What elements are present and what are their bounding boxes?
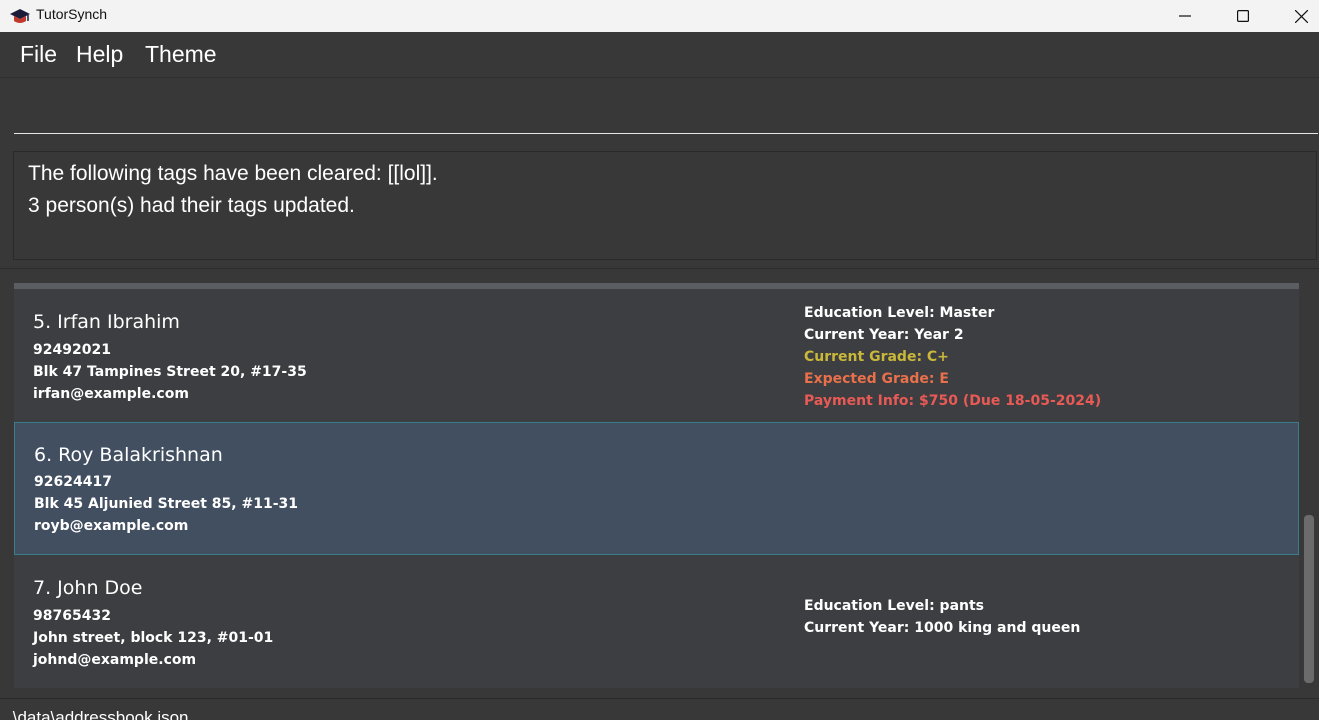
person-email: johnd@example.com	[33, 652, 197, 668]
command-box	[0, 77, 1319, 148]
person-email: royb@example.com	[34, 518, 189, 534]
close-button[interactable]	[1272, 0, 1319, 32]
close-icon	[1294, 9, 1308, 23]
current-year: Current Year: 1000 king and queen	[804, 620, 1081, 636]
data-file-path: .\data\addressbook.json	[8, 708, 189, 720]
result-message-line: The following tags have been cleared: [[…	[28, 162, 438, 185]
person-phone: 92492021	[33, 342, 111, 358]
scrollbar-thumb[interactable]	[1304, 515, 1314, 683]
education-level: Education Level: Master	[804, 305, 995, 321]
person-name: 5. Irfan Ibrahim	[33, 311, 180, 333]
person-name: 6. Roy Balakrishnan	[34, 444, 223, 466]
result-display: The following tags have been cleared: [[…	[13, 151, 1317, 260]
window-title: TutorSynch	[36, 6, 108, 22]
person-list[interactable]: 5. Irfan Ibrahim 92492021 Blk 47 Tampine…	[14, 283, 1299, 695]
current-grade: Current Grade: C+	[804, 349, 949, 365]
minimize-button[interactable]	[1156, 0, 1214, 32]
minimize-icon	[1179, 15, 1191, 17]
person-email: irfan@example.com	[33, 386, 189, 402]
person-card[interactable]: 5. Irfan Ibrahim 92492021 Blk 47 Tampine…	[14, 289, 1299, 422]
person-name: 7. John Doe	[33, 577, 143, 599]
menu-file[interactable]: File	[20, 41, 57, 68]
graduation-cap-icon	[10, 9, 30, 23]
person-phone: 98765432	[33, 608, 111, 624]
person-list-panel: 5. Irfan Ibrahim 92492021 Blk 47 Tampine…	[0, 268, 1319, 699]
expected-grade: Expected Grade: E	[804, 371, 949, 387]
maximize-button[interactable]	[1214, 0, 1272, 32]
person-address: John street, block 123, #01-01	[33, 630, 274, 646]
title-bar: TutorSynch	[0, 0, 1319, 32]
command-input[interactable]	[14, 78, 1318, 134]
education-level: Education Level: pants	[804, 598, 985, 614]
maximize-icon	[1237, 10, 1249, 22]
list-scrollbar[interactable]	[1302, 283, 1316, 683]
person-phone: 92624417	[34, 474, 112, 490]
person-card-selected[interactable]: 6. Roy Balakrishnan 92624417 Blk 45 Alju…	[14, 422, 1299, 555]
person-address: Blk 45 Aljunied Street 85, #11-31	[34, 496, 298, 512]
menu-bar: File Help Theme	[0, 32, 1319, 77]
menu-help[interactable]: Help	[76, 41, 123, 68]
person-address: Blk 47 Tampines Street 20, #17-35	[33, 364, 307, 380]
status-bar: .\data\addressbook.json	[0, 698, 1319, 720]
payment-info: Payment Info: $750 (Due 18-05-2024)	[804, 393, 1102, 409]
result-message-line: 3 person(s) had their tags updated.	[28, 194, 355, 217]
current-year: Current Year: Year 2	[804, 327, 964, 343]
person-card[interactable]: 7. John Doe 98765432 John street, block …	[14, 555, 1299, 688]
menu-theme[interactable]: Theme	[145, 41, 217, 68]
